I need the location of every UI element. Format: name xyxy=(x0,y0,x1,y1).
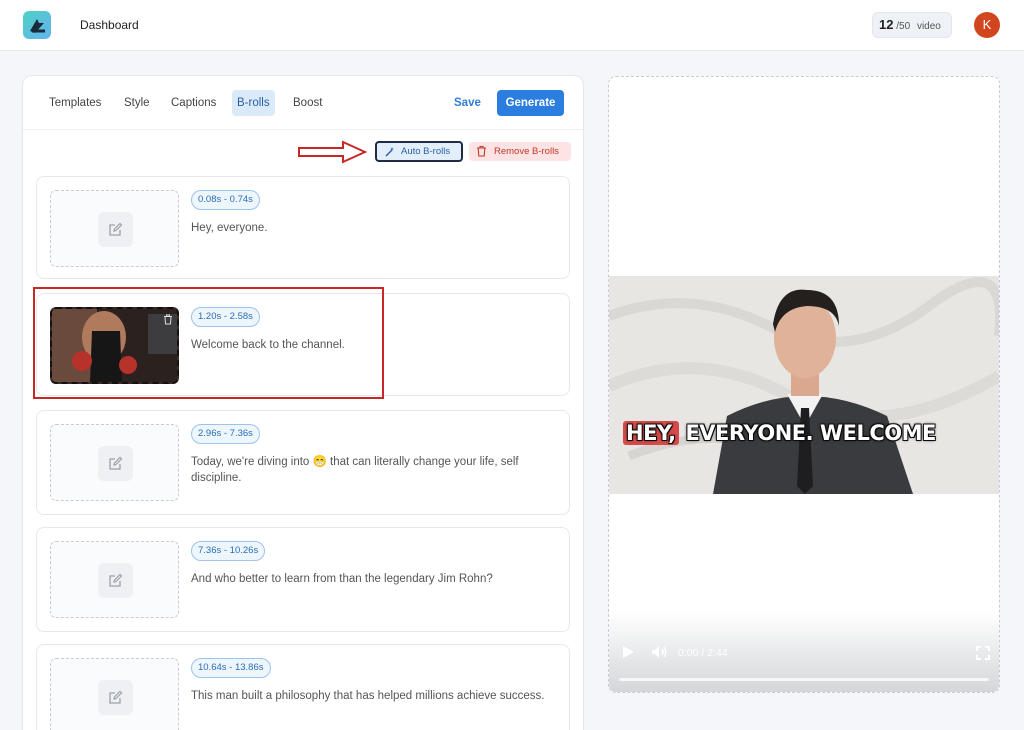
edit-icon xyxy=(109,222,123,236)
save-button[interactable]: Save xyxy=(454,97,481,109)
volume-icon[interactable] xyxy=(651,645,669,659)
edit-icon-wrapper xyxy=(98,563,133,598)
quota-total: /50 xyxy=(896,21,911,32)
video-frame[interactable]: HEY, EVERYONE. WELCOME xyxy=(609,276,999,494)
b-roll-placeholder[interactable] xyxy=(50,541,179,618)
trash-icon xyxy=(477,145,486,157)
video-quota-badge: 12 /50 video xyxy=(872,12,952,38)
tab-boost[interactable]: Boost xyxy=(288,90,327,116)
video-progress-bar[interactable] xyxy=(619,678,989,681)
edit-icon xyxy=(109,690,123,704)
segment-caption[interactable]: This man built a philosophy that has hel… xyxy=(191,688,551,704)
b-roll-placeholder[interactable] xyxy=(50,190,179,267)
segment-time-badge: 7.36s - 10.26s xyxy=(191,541,266,561)
caption-segment-card[interactable]: 2.96s - 7.36s Today, we're diving into 😁… xyxy=(36,410,570,515)
caption-segment-card[interactable]: 0.08s - 0.74s Hey, everyone. xyxy=(36,176,570,279)
caption-segment-card[interactable]: 7.36s - 10.26s And who better to learn f… xyxy=(36,527,570,632)
segment-time-badge: 10.64s - 13.86s xyxy=(191,658,271,678)
segment-time-badge: 0.08s - 0.74s xyxy=(191,190,260,210)
edit-icon-wrapper xyxy=(98,446,133,481)
subtitle-highlight-word: HEY, xyxy=(623,421,679,445)
tab-captions[interactable]: Captions xyxy=(166,90,221,116)
top-bar: Dashboard 12 /50 video K xyxy=(0,0,1024,51)
tab-b-rolls[interactable]: B-rolls xyxy=(232,90,275,116)
subtitle-overlay: HEY, EVERYONE. WELCOME xyxy=(623,421,936,445)
caption-segment-card[interactable]: 1.20s - 2.58s Welcome back to the channe… xyxy=(36,293,570,396)
edit-icon xyxy=(109,456,123,470)
segment-time-badge: 1.20s - 2.58s xyxy=(191,307,260,327)
page-title[interactable]: Dashboard xyxy=(80,18,139,32)
segment-caption[interactable]: Today, we're diving into 😁 that can lite… xyxy=(191,454,551,486)
b-roll-placeholder[interactable] xyxy=(50,658,179,730)
video-preview-panel: HEY, EVERYONE. WELCOME 0:00 / 2:44 xyxy=(608,76,1000,693)
edit-icon-wrapper xyxy=(98,212,133,247)
segment-caption[interactable]: Welcome back to the channel. xyxy=(191,337,551,353)
segment-caption[interactable]: Hey, everyone. xyxy=(191,220,551,236)
fullscreen-icon[interactable] xyxy=(976,646,990,660)
editor-tabs: Templates Style Captions B-rolls Boost S… xyxy=(23,76,583,130)
generate-button[interactable]: Generate xyxy=(497,90,564,116)
tab-templates[interactable]: Templates xyxy=(44,90,106,116)
b-roll-placeholder[interactable] xyxy=(50,424,179,501)
app-logo-icon[interactable] xyxy=(23,11,51,39)
auto-b-rolls-label: Auto B-rolls xyxy=(401,146,451,157)
gym-b-roll-image xyxy=(52,309,177,382)
play-icon[interactable] xyxy=(621,645,635,659)
subtitle-text: EVERYONE. WELCOME xyxy=(685,421,936,445)
caption-segment-card[interactable]: 10.64s - 13.86s This man built a philoso… xyxy=(36,644,570,730)
editor-panel: Templates Style Captions B-rolls Boost S… xyxy=(22,75,584,730)
quota-used: 12 xyxy=(879,17,894,32)
delete-b-roll-icon[interactable] xyxy=(163,314,173,325)
remove-b-rolls-label: Remove B-rolls xyxy=(494,146,559,157)
video-controls: 0:00 / 2:44 xyxy=(609,612,999,692)
b-roll-thumbnail[interactable] xyxy=(50,307,179,384)
video-time-display: 0:00 / 2:44 xyxy=(678,647,728,659)
auto-b-rolls-button[interactable]: Auto B-rolls xyxy=(375,141,463,162)
edit-icon-wrapper xyxy=(98,680,133,715)
avatar[interactable]: K xyxy=(974,12,1000,38)
annotation-arrow-icon xyxy=(298,140,368,164)
segment-time-badge: 2.96s - 7.36s xyxy=(191,424,260,444)
remove-b-rolls-button[interactable]: Remove B-rolls xyxy=(469,142,571,161)
tab-style[interactable]: Style xyxy=(119,90,155,116)
edit-icon xyxy=(109,573,123,587)
presenter-video-image xyxy=(609,276,999,494)
quota-unit: video xyxy=(916,21,941,32)
segment-caption[interactable]: And who better to learn from than the le… xyxy=(191,571,551,587)
magic-wand-icon xyxy=(385,147,394,157)
